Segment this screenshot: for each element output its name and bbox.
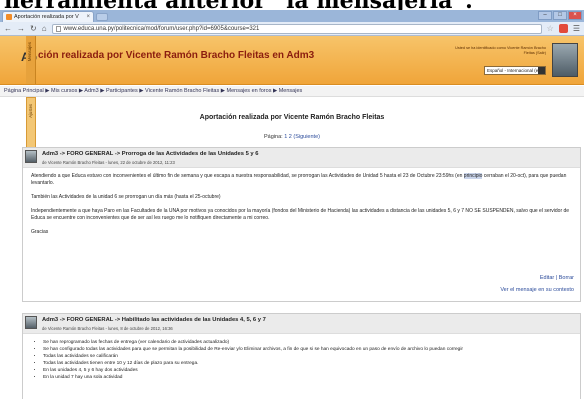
forum-post: Adm3 -> FORO GENERAL -> Habilitado las a… — [22, 313, 581, 399]
pagination: Página: 1 2 (Siguiente) — [0, 134, 584, 140]
close-window-button[interactable]: × — [568, 11, 582, 20]
paging-label: Página: — [264, 134, 283, 140]
post-header: Adm3 -> FORO GENERAL -> Prorroga de las … — [23, 148, 580, 168]
list-item: En las unidades 4, 5 y 6 hay dos activid… — [43, 367, 572, 374]
paging-pages[interactable]: 1 2 — [284, 134, 292, 140]
browser-tab[interactable]: Aportación realizada por V × — [2, 11, 94, 22]
extension-icon[interactable] — [558, 24, 568, 33]
page-icon — [55, 25, 61, 32]
post-header: Adm3 -> FORO GENERAL -> Habilitado las a… — [23, 314, 580, 334]
reload-icon[interactable]: ↻ — [30, 24, 37, 33]
url-text: www.educa.una.py/politecnica/mod/forum/u… — [63, 25, 260, 32]
list-item: Todas las actividades se calificarán — [43, 353, 572, 360]
breadcrumb[interactable]: Página Principal ▶ Mis cursos ▶ Adm3 ▶ P… — [0, 86, 584, 97]
new-tab-button[interactable] — [96, 13, 108, 21]
login-info[interactable]: Usted se ha identificado como Vicente Ra… — [450, 46, 546, 56]
address-bar: ← → ↻ ⌂ www.educa.una.py/politecnica/mod… — [0, 22, 584, 36]
dropdown-arrow-icon — [538, 67, 545, 74]
language-select[interactable]: Español - Internacional (es) — [484, 66, 546, 75]
forum-post: Adm3 -> FORO GENERAL -> Prorroga de las … — [22, 147, 581, 302]
page-title: Aportación realizada por Vicente Ramón B… — [199, 114, 385, 121]
back-arrow-icon[interactable]: ← — [4, 24, 12, 33]
url-input[interactable]: www.educa.una.py/politecnica/mod/forum/u… — [51, 23, 542, 34]
list-item: En la unidad 7 hay una sola actividad — [43, 374, 572, 381]
minimize-button[interactable]: – — [538, 11, 552, 20]
post-actions: Editar | Borrar Ver el mensaje en su con… — [494, 275, 580, 299]
post-paragraph: Gracias — [31, 229, 49, 235]
site-title: ción realizada por Vicente Ramón Bracho … — [38, 50, 315, 61]
author-avatar[interactable] — [25, 150, 37, 163]
window-controls: – □ × — [538, 11, 582, 20]
edit-delete-links[interactable]: Editar | Borrar — [500, 275, 574, 281]
list-item: Se han reprogramado las fechas de entreg… — [43, 339, 572, 346]
bookmark-star-icon[interactable]: ☆ — [547, 24, 554, 33]
post-text: Atendiendo a que Educa estuvo con inconv… — [31, 173, 464, 179]
list-item: Se han configurado todas las actividades… — [43, 346, 572, 353]
post-byline: de Vicente Ramón Bracho Fleitas - lunes,… — [42, 160, 175, 165]
tab-close-icon[interactable]: × — [86, 14, 90, 20]
post-paragraph: Atendiendo a que Educa estuvo con inconv… — [31, 173, 572, 187]
post-subject[interactable]: Adm3 -> FORO GENERAL -> Habilitado las a… — [42, 317, 266, 323]
moodle-favicon-icon — [6, 14, 12, 20]
post-subject[interactable]: Adm3 -> FORO GENERAL -> Prorroga de las … — [42, 151, 258, 157]
author-avatar[interactable] — [25, 316, 37, 329]
language-selected: Español - Internacional (es) — [487, 68, 543, 73]
highlighted-word: principio — [463, 173, 483, 179]
post-byline: de Vicente Ramón Bracho Fleitas - lunes,… — [42, 326, 173, 331]
site-header: Ap Mensajes ción realizada por Vicente R… — [0, 36, 584, 85]
maximize-button[interactable]: □ — [553, 11, 567, 20]
list-item: Todas las actividades tienen entre 10 y … — [43, 360, 572, 367]
browser-tab-bar: Aportación realizada por V × – □ × — [0, 10, 584, 22]
user-avatar[interactable] — [552, 43, 578, 77]
post-paragraph: También las Actividades de la unidad 6 s… — [31, 194, 221, 200]
messages-side-tab[interactable]: Mensajes — [26, 36, 36, 84]
paging-next-link[interactable]: (Siguiente) — [293, 134, 320, 140]
browser-menu-icon[interactable]: ☰ — [573, 24, 580, 33]
home-icon[interactable]: ⌂ — [42, 24, 47, 33]
tab-title: Aportación realizada por V — [14, 14, 79, 20]
post-body: Atendiendo a que Educa estuvo con inconv… — [23, 168, 580, 246]
post-body: Se han reprogramado las fechas de entreg… — [23, 334, 580, 384]
post-bullet-list: Se han reprogramado las fechas de entreg… — [31, 339, 572, 381]
forward-arrow-icon[interactable]: → — [17, 24, 25, 33]
post-paragraph: Independientemente a que haya Paro en la… — [31, 208, 570, 221]
messages-side-tab-label: Mensajes — [27, 42, 32, 62]
view-in-context-link[interactable]: Ver el mensaje en su contexto — [500, 287, 574, 293]
